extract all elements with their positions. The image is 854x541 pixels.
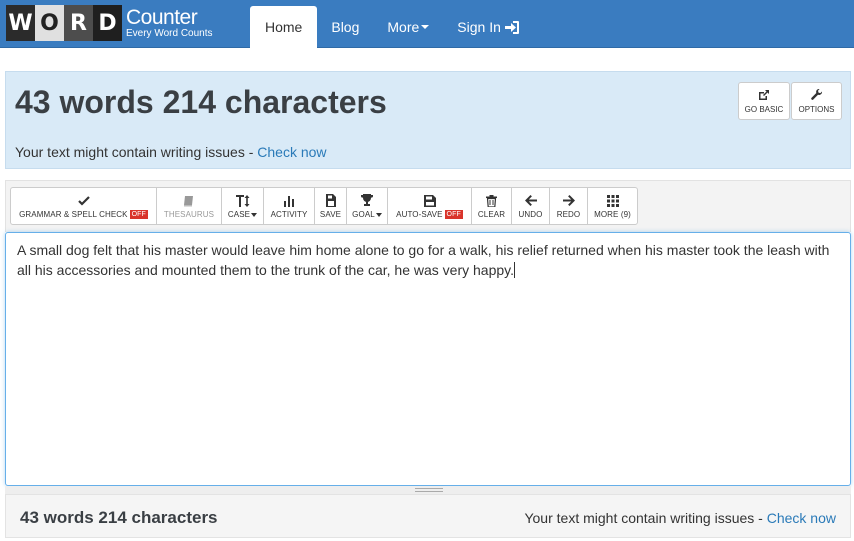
bottom-count-panel: 43 words 214 characters Your text might … xyxy=(5,494,851,538)
nav-blog[interactable]: Blog xyxy=(317,6,373,48)
more-tools-label: MORE (9) xyxy=(594,210,631,219)
wordcounter-logo[interactable]: W O R D Counter Every Word Counts xyxy=(6,5,213,41)
clear-button[interactable]: CLEAR xyxy=(471,187,512,225)
logo-letter-d: D xyxy=(93,5,122,41)
navbar: W O R D Counter Every Word Counts Home B… xyxy=(0,0,854,48)
caret-down-icon xyxy=(375,212,382,217)
word-character-count: 43 words 214 characters xyxy=(15,84,387,120)
thesaurus-label: THESAURUS xyxy=(163,210,215,219)
logo-letter-w: W xyxy=(6,5,35,41)
nav-more-dropdown[interactable]: More xyxy=(373,6,443,48)
grammar-spell-check-button[interactable]: GRAMMAR & SPELL CHECK OFF xyxy=(10,187,157,225)
floppy-disk-icon xyxy=(423,193,436,208)
redo-button[interactable]: REDO xyxy=(549,187,588,225)
logo-tagline: Every Word Counts xyxy=(126,28,213,39)
redo-label: REDO xyxy=(556,210,581,219)
issues-text: Your text might contain writing issues - xyxy=(15,144,258,160)
go-basic-label: GO BASIC xyxy=(744,105,784,114)
external-link-icon xyxy=(758,88,770,102)
logo-text: Counter Every Word Counts xyxy=(126,7,213,39)
main-nav: Home Blog More Sign In xyxy=(250,6,533,48)
writing-issues-notice: Your text might contain writing issues -… xyxy=(15,144,327,160)
options-button[interactable]: OPTIONS xyxy=(791,82,842,120)
auto-save-button[interactable]: AUTO-SAVE OFF xyxy=(387,187,472,225)
bottom-word-character-count: 43 words 214 characters xyxy=(20,508,218,527)
case-label: CASE xyxy=(227,210,251,219)
autosave-label: AUTO-SAVE xyxy=(396,210,443,219)
goal-dropdown-button[interactable]: GOAL xyxy=(346,187,388,225)
text-editor[interactable]: A small dog felt that his master would l… xyxy=(5,232,851,486)
bottom-writing-issues-notice: Your text might contain writing issues -… xyxy=(524,510,836,526)
caret-down-icon xyxy=(251,212,258,217)
go-basic-button[interactable]: GO BASIC xyxy=(738,82,790,120)
check-now-link[interactable]: Check now xyxy=(257,144,326,160)
grammar-label: GRAMMAR & SPELL CHECK xyxy=(19,210,128,219)
clear-label: CLEAR xyxy=(477,210,506,219)
logo-main-text: Counter xyxy=(126,6,198,29)
wrench-icon xyxy=(810,88,823,102)
editor-resize-handle[interactable] xyxy=(5,486,851,494)
bar-chart-icon xyxy=(283,193,295,208)
text-cursor xyxy=(514,262,516,278)
grammar-off-badge: OFF xyxy=(129,210,148,219)
bottom-check-now-link[interactable]: Check now xyxy=(767,510,836,526)
thesaurus-button[interactable]: THESAURUS xyxy=(156,187,222,225)
editor-toolbar: GRAMMAR & SPELL CHECK OFF THESAURUS CASE … xyxy=(5,180,851,232)
save-label: SAVE xyxy=(319,210,342,219)
save-button[interactable]: SAVE xyxy=(314,187,347,225)
check-icon xyxy=(77,193,90,208)
editor-text: A small dog felt that his master would l… xyxy=(17,242,830,278)
options-label: OPTIONS xyxy=(798,105,835,114)
nav-home[interactable]: Home xyxy=(250,6,318,48)
arrow-left-icon xyxy=(524,193,537,208)
undo-button[interactable]: UNDO xyxy=(511,187,550,225)
grid-icon xyxy=(606,193,619,208)
arrow-right-icon xyxy=(562,193,575,208)
nav-signin-label: Sign In xyxy=(457,19,501,35)
goal-label: GOAL xyxy=(352,210,375,219)
toolbar-buttons: GRAMMAR & SPELL CHECK OFF THESAURUS CASE … xyxy=(10,187,638,225)
undo-label: UNDO xyxy=(518,210,543,219)
autosave-off-badge: OFF xyxy=(444,210,463,219)
trash-icon xyxy=(486,193,497,208)
sign-in-icon xyxy=(504,20,519,34)
text-height-icon xyxy=(235,193,251,208)
trophy-icon xyxy=(360,193,374,208)
more-tools-button[interactable]: MORE (9) xyxy=(587,187,638,225)
count-panel: 43 words 214 characters Your text might … xyxy=(5,71,851,169)
save-file-icon xyxy=(325,193,337,208)
grip-icon xyxy=(415,488,443,492)
caret-down-icon xyxy=(421,25,430,29)
logo-letter-o: O xyxy=(35,5,64,41)
case-dropdown-button[interactable]: CASE xyxy=(221,187,264,225)
bottom-issues-text: Your text might contain writing issues - xyxy=(524,510,767,526)
book-icon xyxy=(183,193,195,208)
logo-letter-r: R xyxy=(64,5,93,41)
nav-sign-in[interactable]: Sign In xyxy=(443,6,533,48)
activity-label: ACTIVITY xyxy=(270,210,308,219)
nav-more-label: More xyxy=(387,19,420,35)
activity-button[interactable]: ACTIVITY xyxy=(263,187,315,225)
